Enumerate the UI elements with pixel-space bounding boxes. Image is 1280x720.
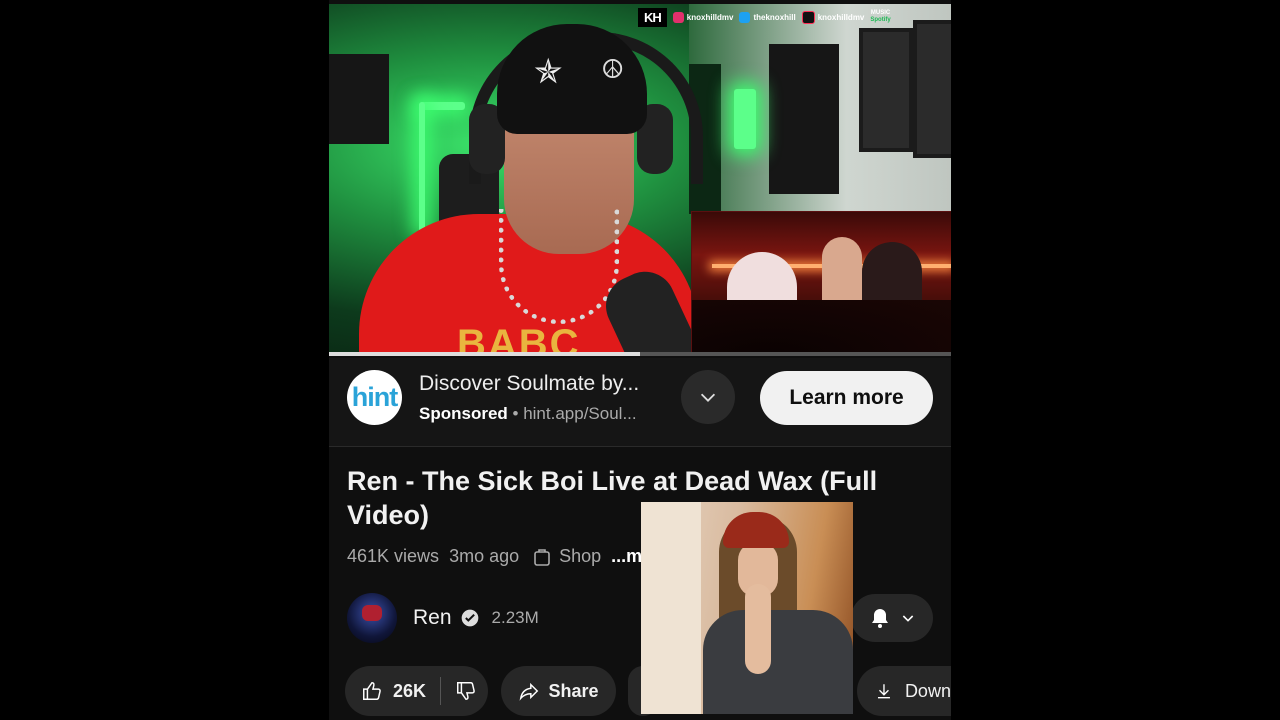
chevron-down-icon	[700, 393, 716, 402]
shopping-bag-icon	[534, 548, 550, 566]
peace-icon: ☮	[601, 54, 625, 84]
stream-overlay: KH knoxhilldmv theknoxhill knoxhilldmv M…	[638, 6, 951, 28]
star-icon: ✯	[534, 53, 563, 91]
wall-frame	[859, 28, 913, 152]
shirt	[703, 610, 853, 714]
channel-row[interactable]: Ren 2.23M	[347, 592, 539, 644]
neon-light	[419, 102, 465, 110]
reactor-webcam	[641, 502, 853, 714]
like-dislike-pill: 26K	[345, 666, 488, 716]
download-icon	[877, 684, 890, 699]
dislike-button[interactable]	[441, 680, 477, 702]
ad-logo: hint	[347, 370, 402, 425]
neon-logo	[734, 89, 756, 149]
subscriber-count: 2.23M	[491, 608, 539, 627]
bell-icon	[872, 609, 888, 628]
wall-frame	[913, 20, 951, 158]
phone-screen: BABC ✯ ☮ KH knoxhilldmv theknoxhill knox…	[329, 0, 951, 720]
chevron-down-icon	[902, 615, 914, 622]
acoustic-panel	[769, 44, 839, 194]
sponsored-label: Sponsored	[419, 404, 508, 423]
channel-avatar[interactable]	[347, 593, 397, 643]
reacted-video-inset	[691, 211, 951, 354]
like-count: 26K	[393, 680, 427, 701]
ad-subtitle: Sponsored • hint.app/Soul...	[419, 404, 637, 423]
apple-music-icon: MUSIC	[870, 10, 891, 16]
download-label: Download	[904, 680, 951, 701]
social-twitter: theknoxhill	[739, 11, 796, 23]
ad-title[interactable]: Discover Soulmate by...	[419, 372, 639, 396]
thumbs-down-icon	[457, 682, 475, 700]
like-button[interactable]: 26K	[345, 680, 426, 702]
instagram-icon	[672, 11, 684, 23]
progress-fill	[329, 352, 640, 356]
spotify-icon: Spotify	[870, 17, 891, 23]
shop-label: Shop	[559, 546, 602, 566]
social-tiktok: knoxhilldmv	[801, 10, 865, 24]
share-label: Share	[548, 680, 599, 701]
thumbs-up-icon	[363, 682, 381, 700]
social-handle: theknoxhill	[753, 12, 796, 22]
twitter-icon	[739, 11, 751, 23]
doorway	[641, 502, 701, 714]
tiktok-icon	[801, 10, 815, 24]
social-instagram: knoxhilldmv	[672, 11, 734, 23]
acoustic-panel	[329, 54, 389, 144]
chain	[499, 209, 619, 324]
kh-logo: KH	[638, 7, 667, 27]
video-meta[interactable]: 461K views 3mo ago Shop ...more	[347, 546, 670, 567]
beanie	[723, 512, 789, 548]
share-icon	[520, 682, 539, 701]
ad-url: hint.app/Soul...	[523, 404, 637, 423]
social-handle: knoxhilldmv	[686, 12, 734, 22]
ad-expand-button[interactable]	[681, 370, 735, 424]
video-player[interactable]: BABC ✯ ☮ KH knoxhilldmv theknoxhill knox…	[329, 4, 951, 354]
verified-badge-icon	[461, 609, 478, 627]
social-music: MUSIC Spotify	[870, 10, 890, 24]
ad-banner[interactable]: hint Discover Soulmate by... Sponsored •…	[329, 358, 951, 447]
share-button[interactable]: Share	[501, 666, 616, 716]
channel-name[interactable]: Ren	[413, 606, 452, 630]
praying-hands	[745, 584, 771, 674]
download-button[interactable]: Download	[857, 666, 951, 716]
shirt-print: BABC	[457, 322, 581, 354]
crowd	[692, 300, 951, 354]
view-count: 461K views	[347, 546, 440, 566]
social-handle: knoxhilldmv	[817, 12, 865, 22]
notification-bell-button[interactable]	[851, 594, 933, 642]
neon-light	[419, 102, 425, 232]
upload-age: 3mo ago	[449, 546, 520, 566]
learn-more-button[interactable]: Learn more	[760, 371, 933, 425]
shop-link[interactable]: Shop	[533, 546, 601, 567]
